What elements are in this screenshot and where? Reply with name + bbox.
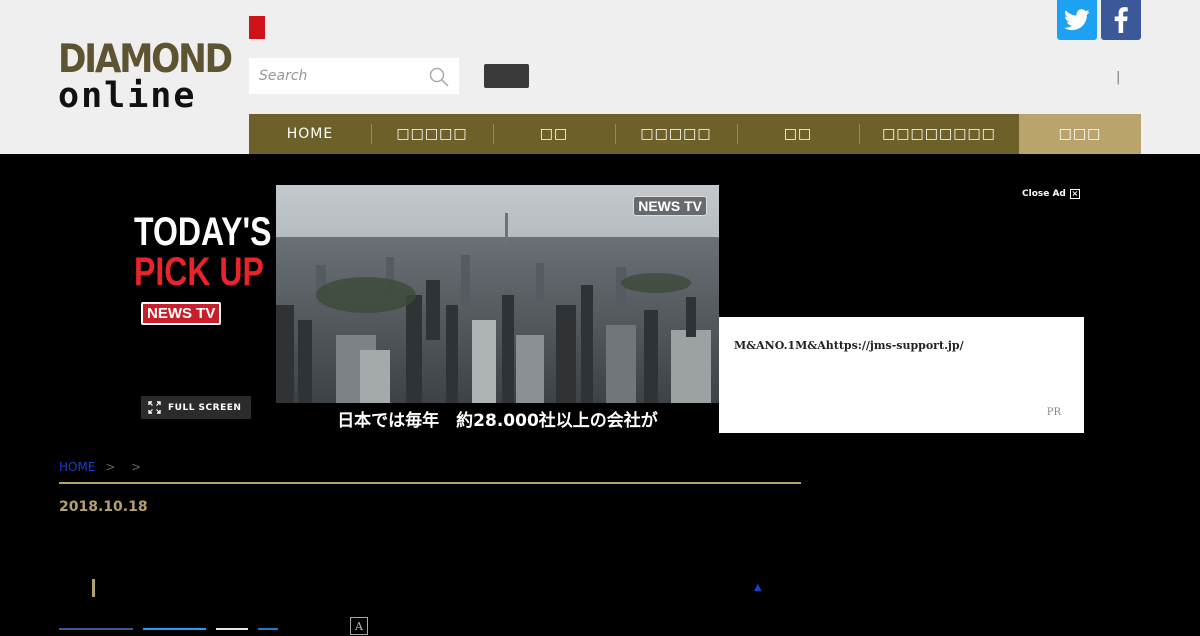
pr-panel[interactable]: M&ANO.1M&Ahttps://jms-support.jp/ PR — [719, 317, 1084, 433]
full-screen-button[interactable]: FULL SCREEN — [141, 396, 251, 419]
expand-icon — [148, 401, 161, 414]
twitter-button[interactable] — [1057, 0, 1097, 40]
gold-divider — [59, 482, 801, 484]
nav-item-active[interactable]: □□□ — [1019, 114, 1141, 154]
header-separator: | — [1116, 70, 1121, 85]
close-icon: × — [1069, 189, 1080, 199]
facebook-button[interactable] — [1101, 0, 1141, 40]
article-date: 2018.10.18 — [59, 499, 148, 515]
pr-label: PR — [1046, 407, 1061, 418]
nav-item-4[interactable]: □□□□□ — [615, 114, 737, 154]
main-nav: HOME □□□□□ □□ □□□□□ □□ □□□□□□□□ □□□ — [249, 114, 1141, 154]
pick-title-line1: TODAY'S — [134, 210, 272, 254]
facebook-icon — [1114, 7, 1128, 33]
city-aerial-image — [276, 185, 719, 403]
twitter-icon — [1064, 9, 1090, 31]
nav-item-home[interactable]: HOME — [249, 114, 371, 154]
video-player[interactable]: NEWS TV — [276, 185, 719, 403]
section-marker — [92, 579, 95, 597]
search-icon[interactable] — [429, 67, 449, 91]
site-header: DIAMOND online | HOME □□□□□ □□ □□□□□ □□ … — [0, 0, 1200, 154]
breadcrumb: HOME > > — [59, 460, 141, 474]
news-tv-badge: NEWS TV — [141, 302, 222, 325]
pick-title-line2: PICK UP — [134, 250, 264, 294]
diamond-online-logo[interactable]: DIAMOND online — [58, 37, 233, 116]
video-ad: TODAY'S PICK UP NEWS TV FULL SCREEN NEWS… — [0, 154, 1200, 444]
close-ad-label: Close Ad — [1022, 189, 1066, 199]
logo-line2: online — [58, 76, 197, 116]
nav-item-2[interactable]: □□□□□ — [371, 114, 493, 154]
header-button[interactable] — [484, 64, 529, 88]
search-input[interactable] — [257, 67, 421, 85]
pr-link-text[interactable]: M&ANO.1M&Ahttps://jms-support.jp/ — [734, 339, 964, 352]
search-box[interactable] — [249, 58, 459, 94]
font-size-button[interactable]: A — [350, 617, 368, 635]
video-news-tv-logo: NEWS TV — [633, 196, 707, 216]
video-caption: 日本では毎年 約28.000社以上の会社が — [276, 403, 719, 433]
breadcrumb-home[interactable]: HOME — [59, 460, 95, 474]
red-marker — [249, 16, 265, 39]
breadcrumb-separator: > — [131, 460, 142, 474]
breadcrumb-separator: > — [105, 460, 116, 474]
close-ad-button[interactable]: Close Ad × — [1022, 189, 1080, 199]
up-arrow-icon[interactable]: ▲ — [754, 582, 762, 593]
nav-item-6[interactable]: □□□□□□□□ — [859, 114, 1019, 154]
nav-item-5[interactable]: □□ — [737, 114, 859, 154]
logo-line1: DIAMOND — [58, 37, 233, 82]
full-screen-label: FULL SCREEN — [168, 402, 242, 413]
nav-item-3[interactable]: □□ — [493, 114, 615, 154]
